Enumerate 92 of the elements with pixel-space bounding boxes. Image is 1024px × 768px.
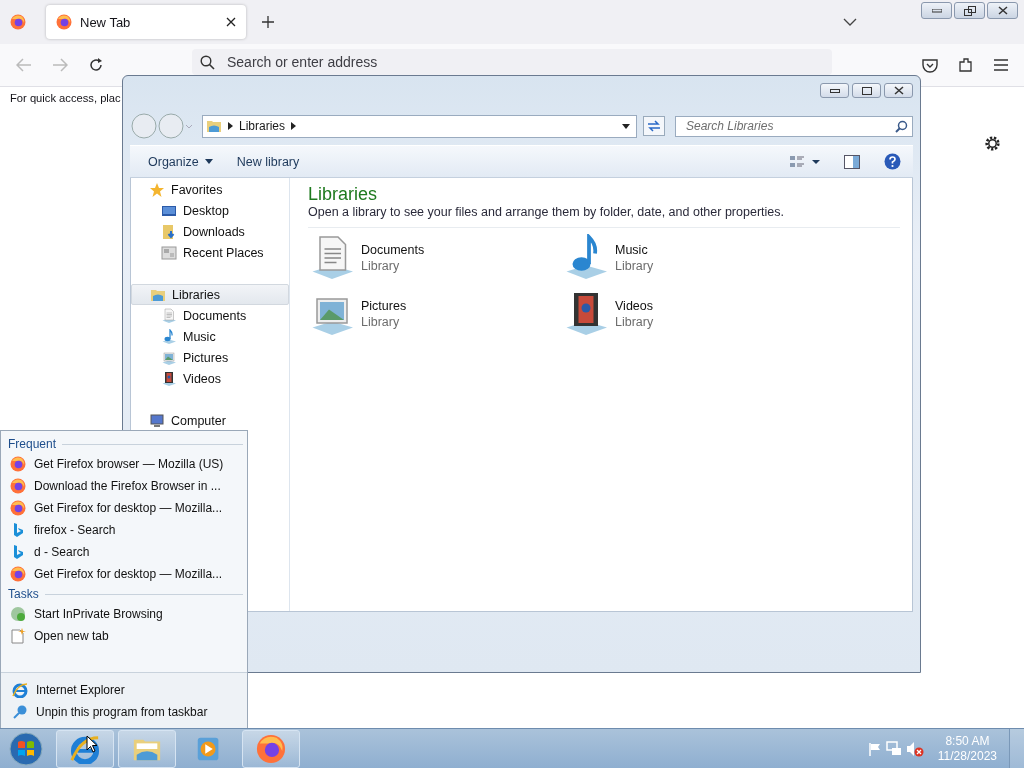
- mouse-cursor-icon: [86, 735, 98, 754]
- jump-list-item[interactable]: Open new tab: [8, 625, 243, 647]
- restore-icon: [963, 5, 976, 16]
- nav-item[interactable]: Desktop: [131, 200, 289, 221]
- pin-icon: [12, 704, 28, 720]
- close-icon: [893, 86, 904, 95]
- view-options-icon[interactable]: [790, 154, 820, 169]
- library-item[interactable]: Music Library: [562, 234, 816, 282]
- chevron-down-icon[interactable]: [843, 18, 857, 26]
- search-box[interactable]: Search Libraries: [675, 115, 913, 137]
- search-field[interactable]: Search Libraries: [684, 118, 895, 134]
- pocket-icon[interactable]: [922, 57, 938, 73]
- toolbar-button[interactable]: Organize: [148, 154, 213, 169]
- section-heading: Tasks: [8, 587, 39, 601]
- chevron-right-icon[interactable]: [291, 122, 297, 130]
- search-icon: [200, 54, 215, 70]
- nav-item[interactable]: Downloads: [131, 221, 289, 242]
- browser-tab[interactable]: New Tab: [46, 5, 246, 39]
- jump-list-item[interactable]: Unpin this program from taskbar: [10, 701, 243, 723]
- new-page-icon: [10, 628, 26, 644]
- firefox-icon: [10, 14, 26, 30]
- page-heading: Libraries: [308, 184, 379, 205]
- downloads-folder-icon: [161, 223, 177, 240]
- minimize-button[interactable]: [820, 83, 849, 98]
- star-icon: [149, 181, 165, 198]
- nav-item[interactable]: Libraries: [131, 284, 289, 305]
- nav-item[interactable]: Pictures: [131, 347, 289, 368]
- menu-icon[interactable]: [994, 59, 1008, 71]
- taskbar-button[interactable]: [242, 730, 300, 768]
- taskbar-button[interactable]: [56, 730, 114, 768]
- breadcrumb-item[interactable]: Libraries: [239, 119, 286, 133]
- music-note-icon: [161, 328, 177, 345]
- address-bar[interactable]: Search or enter address: [192, 49, 832, 75]
- jump-list-item[interactable]: Internet Explorer: [10, 679, 243, 701]
- refresh-icon[interactable]: [643, 116, 665, 136]
- library-item[interactable]: Documents Library: [308, 234, 562, 282]
- section-heading: Frequent: [8, 437, 57, 451]
- firefox-icon: [10, 566, 26, 582]
- close-icon[interactable]: [226, 17, 236, 27]
- new-tab-icon[interactable]: [262, 16, 274, 28]
- library-folder-icon: [206, 118, 222, 134]
- nav-item[interactable]: Documents: [131, 305, 289, 326]
- ie-icon: [70, 734, 100, 764]
- maximize-button[interactable]: [852, 83, 881, 98]
- nav-item[interactable]: Computer: [131, 410, 289, 431]
- extensions-icon[interactable]: [958, 57, 974, 73]
- close-button[interactable]: [987, 2, 1018, 19]
- chevron-right-icon[interactable]: [228, 122, 233, 130]
- maximize-icon: [861, 86, 872, 95]
- globe-icon: [10, 606, 26, 622]
- taskbar-button[interactable]: [118, 730, 176, 768]
- bookmarks-hint: For quick access, plac: [10, 92, 121, 104]
- minimize-icon: [931, 8, 942, 13]
- preview-pane-icon[interactable]: [844, 154, 860, 169]
- jump-list-item[interactable]: Get Firefox for desktop — Mozilla...: [8, 497, 243, 519]
- nav-item[interactable]: Recent Places: [131, 242, 289, 263]
- page-description: Open a library to see your files and arrange them by folder, date, and other properties.: [308, 205, 900, 228]
- dropdown-icon[interactable]: [622, 123, 630, 129]
- library-item[interactable]: Videos Library: [562, 290, 816, 338]
- nav-item[interactable]: Music: [131, 326, 289, 347]
- firefox-icon: [256, 734, 286, 764]
- ie-icon: [12, 682, 28, 698]
- restore-button[interactable]: [954, 2, 985, 19]
- film-icon: [161, 370, 177, 387]
- close-icon: [997, 6, 1008, 15]
- reload-icon[interactable]: [88, 57, 104, 73]
- nav-item[interactable]: Videos: [131, 368, 289, 389]
- minimize-icon: [829, 88, 840, 93]
- computer-icon: [149, 412, 165, 429]
- recent-places-icon: [161, 244, 177, 261]
- settings-icon[interactable]: [984, 135, 1001, 152]
- firefox-icon: [10, 478, 26, 494]
- firefox-icon: [10, 456, 26, 472]
- library-item[interactable]: Pictures Library: [308, 290, 562, 338]
- nav-item[interactable]: Favorites: [131, 179, 289, 200]
- close-button[interactable]: [884, 83, 913, 98]
- help-icon[interactable]: [884, 153, 901, 170]
- search-icon: [895, 119, 908, 133]
- jump-list-item[interactable]: Start InPrivate Browsing: [8, 603, 243, 625]
- document-icon: [161, 307, 177, 324]
- jump-list-item[interactable]: d - Search: [8, 541, 243, 563]
- caret-icon: [204, 159, 213, 164]
- pictures-icon: [161, 349, 177, 366]
- address-bar[interactable]: Libraries: [202, 114, 637, 138]
- toolbar-button[interactable]: New library: [236, 154, 300, 169]
- muted-speaker-icon[interactable]: [905, 741, 924, 757]
- jump-list-item[interactable]: Get Firefox for desktop — Mozilla...: [8, 563, 243, 585]
- jump-list-item[interactable]: Get Firefox browser — Mozilla (US): [8, 453, 243, 475]
- jump-list-item[interactable]: Download the Firefox Browser in ...: [8, 475, 243, 497]
- firefox-icon: [10, 500, 26, 516]
- firefox-icon: [56, 14, 72, 30]
- jump-list-item[interactable]: firefox - Search: [8, 519, 243, 541]
